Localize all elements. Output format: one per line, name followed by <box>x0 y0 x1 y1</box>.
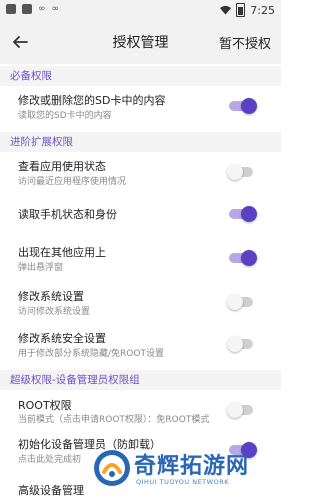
section-header-required: 必备权限 <box>0 66 281 86</box>
infinity-icon: ∞ <box>51 4 60 14</box>
status-bar: ∞ ∞ 7:25 <box>0 0 281 20</box>
permission-label: 修改或删除您的SD卡中的内容 <box>18 94 166 107</box>
permission-description: 当前模式（点击申请ROOT权限）：免ROOT模式 <box>18 415 210 425</box>
permission-label: 修改系统设置 <box>18 290 84 303</box>
permission-row-root[interactable]: ROOT权限 当前模式（点击申请ROOT权限）：免ROOT模式 <box>0 392 281 428</box>
permission-row-phone-state[interactable]: 读取手机状态和身份 <box>0 194 281 234</box>
permission-label: 查看应用使用状态 <box>18 160 106 173</box>
permission-description: 用于修改部分系统隐藏/免ROOT设置 <box>18 349 164 359</box>
toggle-switch[interactable] <box>227 294 259 310</box>
permission-label: ROOT权限 <box>18 399 72 412</box>
permission-label: 高级设备管理 <box>18 484 84 497</box>
permission-row-write-settings[interactable]: 修改系统设置 访问修改系统设置 <box>0 282 281 322</box>
battery-icon <box>236 3 246 17</box>
permission-label: 出现在其他应用上 <box>18 246 106 259</box>
permission-description: 弹出悬浮窗 <box>18 263 64 273</box>
permission-row-secure-settings[interactable]: 修改系统安全设置 用于修改部分系统隐藏/免ROOT设置 <box>0 324 281 364</box>
toggle-switch[interactable] <box>227 164 259 180</box>
permission-description: 点击此处完成初 <box>18 455 82 465</box>
toggle-switch[interactable] <box>227 98 259 114</box>
watermark-title: 奇辉拓游网 <box>134 454 250 479</box>
permission-label: 读取手机状态和身份 <box>18 208 117 221</box>
toggle-switch[interactable] <box>227 402 259 418</box>
permission-row-sd-card[interactable]: 修改或删除您的SD卡中的内容 读取您的SD卡中的内容 <box>0 86 281 126</box>
permission-description: 访问修改系统设置 <box>18 307 91 317</box>
watermark-logo-icon <box>94 450 130 486</box>
toggle-switch[interactable] <box>227 206 259 222</box>
permission-row-usage-stats[interactable]: 查看应用使用状态 访问最近应用程序使用情况 <box>0 152 281 192</box>
watermark: 奇辉拓游网 QIHUI TUOYOU NETWORK <box>92 446 272 494</box>
skip-authorization-button[interactable]: 暂不授权 <box>219 33 271 52</box>
section-header-super: 超级权限-设备管理员权限组 <box>0 370 281 390</box>
app-notification-icon <box>6 4 16 14</box>
infinity-icon: ∞ <box>38 4 46 14</box>
toggle-switch[interactable] <box>227 250 259 266</box>
section-header-advanced: 进阶扩展权限 <box>0 132 281 152</box>
notification-icons: ∞ ∞ <box>6 4 59 14</box>
toggle-switch[interactable] <box>227 336 259 352</box>
wifi-icon <box>220 5 232 15</box>
permission-label: 修改系统安全设置 <box>18 332 106 345</box>
app-bar: 授权管理 暂不授权 <box>0 20 281 64</box>
permission-row-overlay[interactable]: 出现在其他应用上 弹出悬浮窗 <box>0 238 281 278</box>
permission-description: 访问最近应用程序使用情况 <box>18 177 127 187</box>
watermark-subtitle: QIHUI TUOYOU NETWORK <box>136 478 229 486</box>
app-notification-icon <box>22 4 32 14</box>
permission-description: 读取您的SD卡中的内容 <box>18 111 112 121</box>
status-time: 7:25 <box>250 3 275 17</box>
